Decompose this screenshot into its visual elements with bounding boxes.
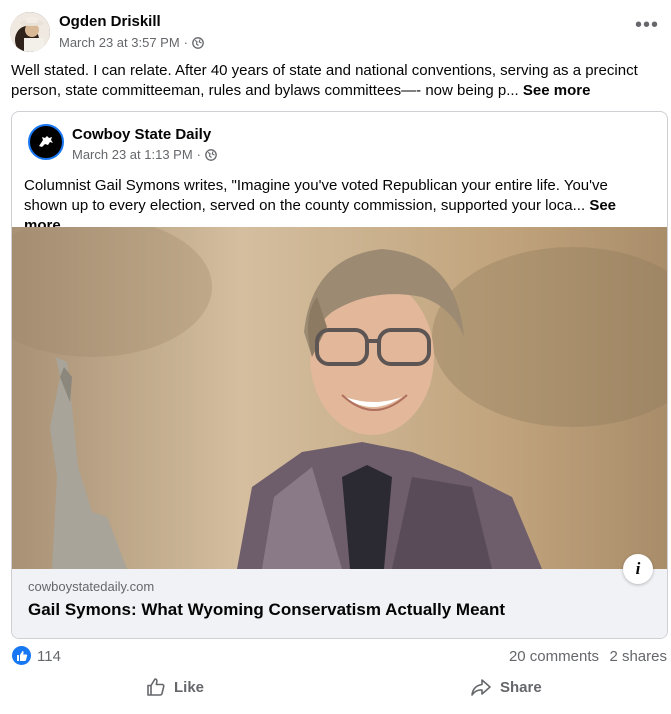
- link-preview[interactable]: i cowboystatedaily.com Gail Symons: What…: [12, 554, 667, 638]
- comments-count[interactable]: 20 comments: [509, 648, 599, 665]
- page-logo[interactable]: [28, 124, 64, 160]
- link-domain: cowboystatedaily.com: [28, 579, 155, 594]
- link-title[interactable]: Gail Symons: What Wyoming Conservatism A…: [28, 600, 505, 620]
- page-name[interactable]: Cowboy State Daily: [72, 126, 211, 143]
- post-stats: 114 20 comments 2 shares: [12, 646, 667, 668]
- post-body: Well stated. I can relate. After 40 year…: [11, 61, 651, 101]
- post-actions: Like Share: [0, 672, 671, 706]
- share-button[interactable]: Share: [470, 672, 542, 702]
- post-meta: March 23 at 3:57 PM ·: [59, 35, 204, 50]
- author-name[interactable]: Ogden Driskill: [59, 13, 161, 30]
- shared-meta: March 23 at 1:13 PM ·: [72, 147, 217, 162]
- post-header: Ogden Driskill March 23 at 3:57 PM · •••: [10, 10, 665, 54]
- info-icon[interactable]: i: [623, 554, 653, 584]
- like-reaction-icon[interactable]: [12, 646, 31, 665]
- share-arrow-icon: [471, 679, 491, 696]
- see-more-link[interactable]: See more: [523, 82, 591, 99]
- shared-timestamp[interactable]: March 23 at 1:13 PM: [72, 147, 193, 162]
- bucking-horse-icon: [33, 129, 59, 155]
- like-button[interactable]: Like: [146, 672, 204, 702]
- globe-icon: [192, 36, 204, 49]
- shared-text: Columnist Gail Symons writes, "Imagine y…: [24, 177, 608, 214]
- share-label: Share: [500, 678, 542, 696]
- like-label: Like: [174, 678, 205, 696]
- more-options-icon[interactable]: •••: [635, 15, 659, 35]
- thumbs-up-icon: [147, 678, 165, 696]
- globe-icon: [205, 148, 217, 161]
- article-photo[interactable]: [12, 227, 667, 569]
- shares-count[interactable]: 2 shares: [609, 648, 667, 665]
- post-timestamp[interactable]: March 23 at 3:57 PM: [59, 35, 180, 50]
- author-avatar[interactable]: [10, 12, 50, 52]
- shared-post-card[interactable]: Cowboy State Daily March 23 at 1:13 PM ·…: [11, 111, 668, 639]
- meta-separator: ·: [196, 147, 202, 162]
- like-count[interactable]: 114: [37, 648, 61, 665]
- meta-separator: ·: [183, 35, 189, 50]
